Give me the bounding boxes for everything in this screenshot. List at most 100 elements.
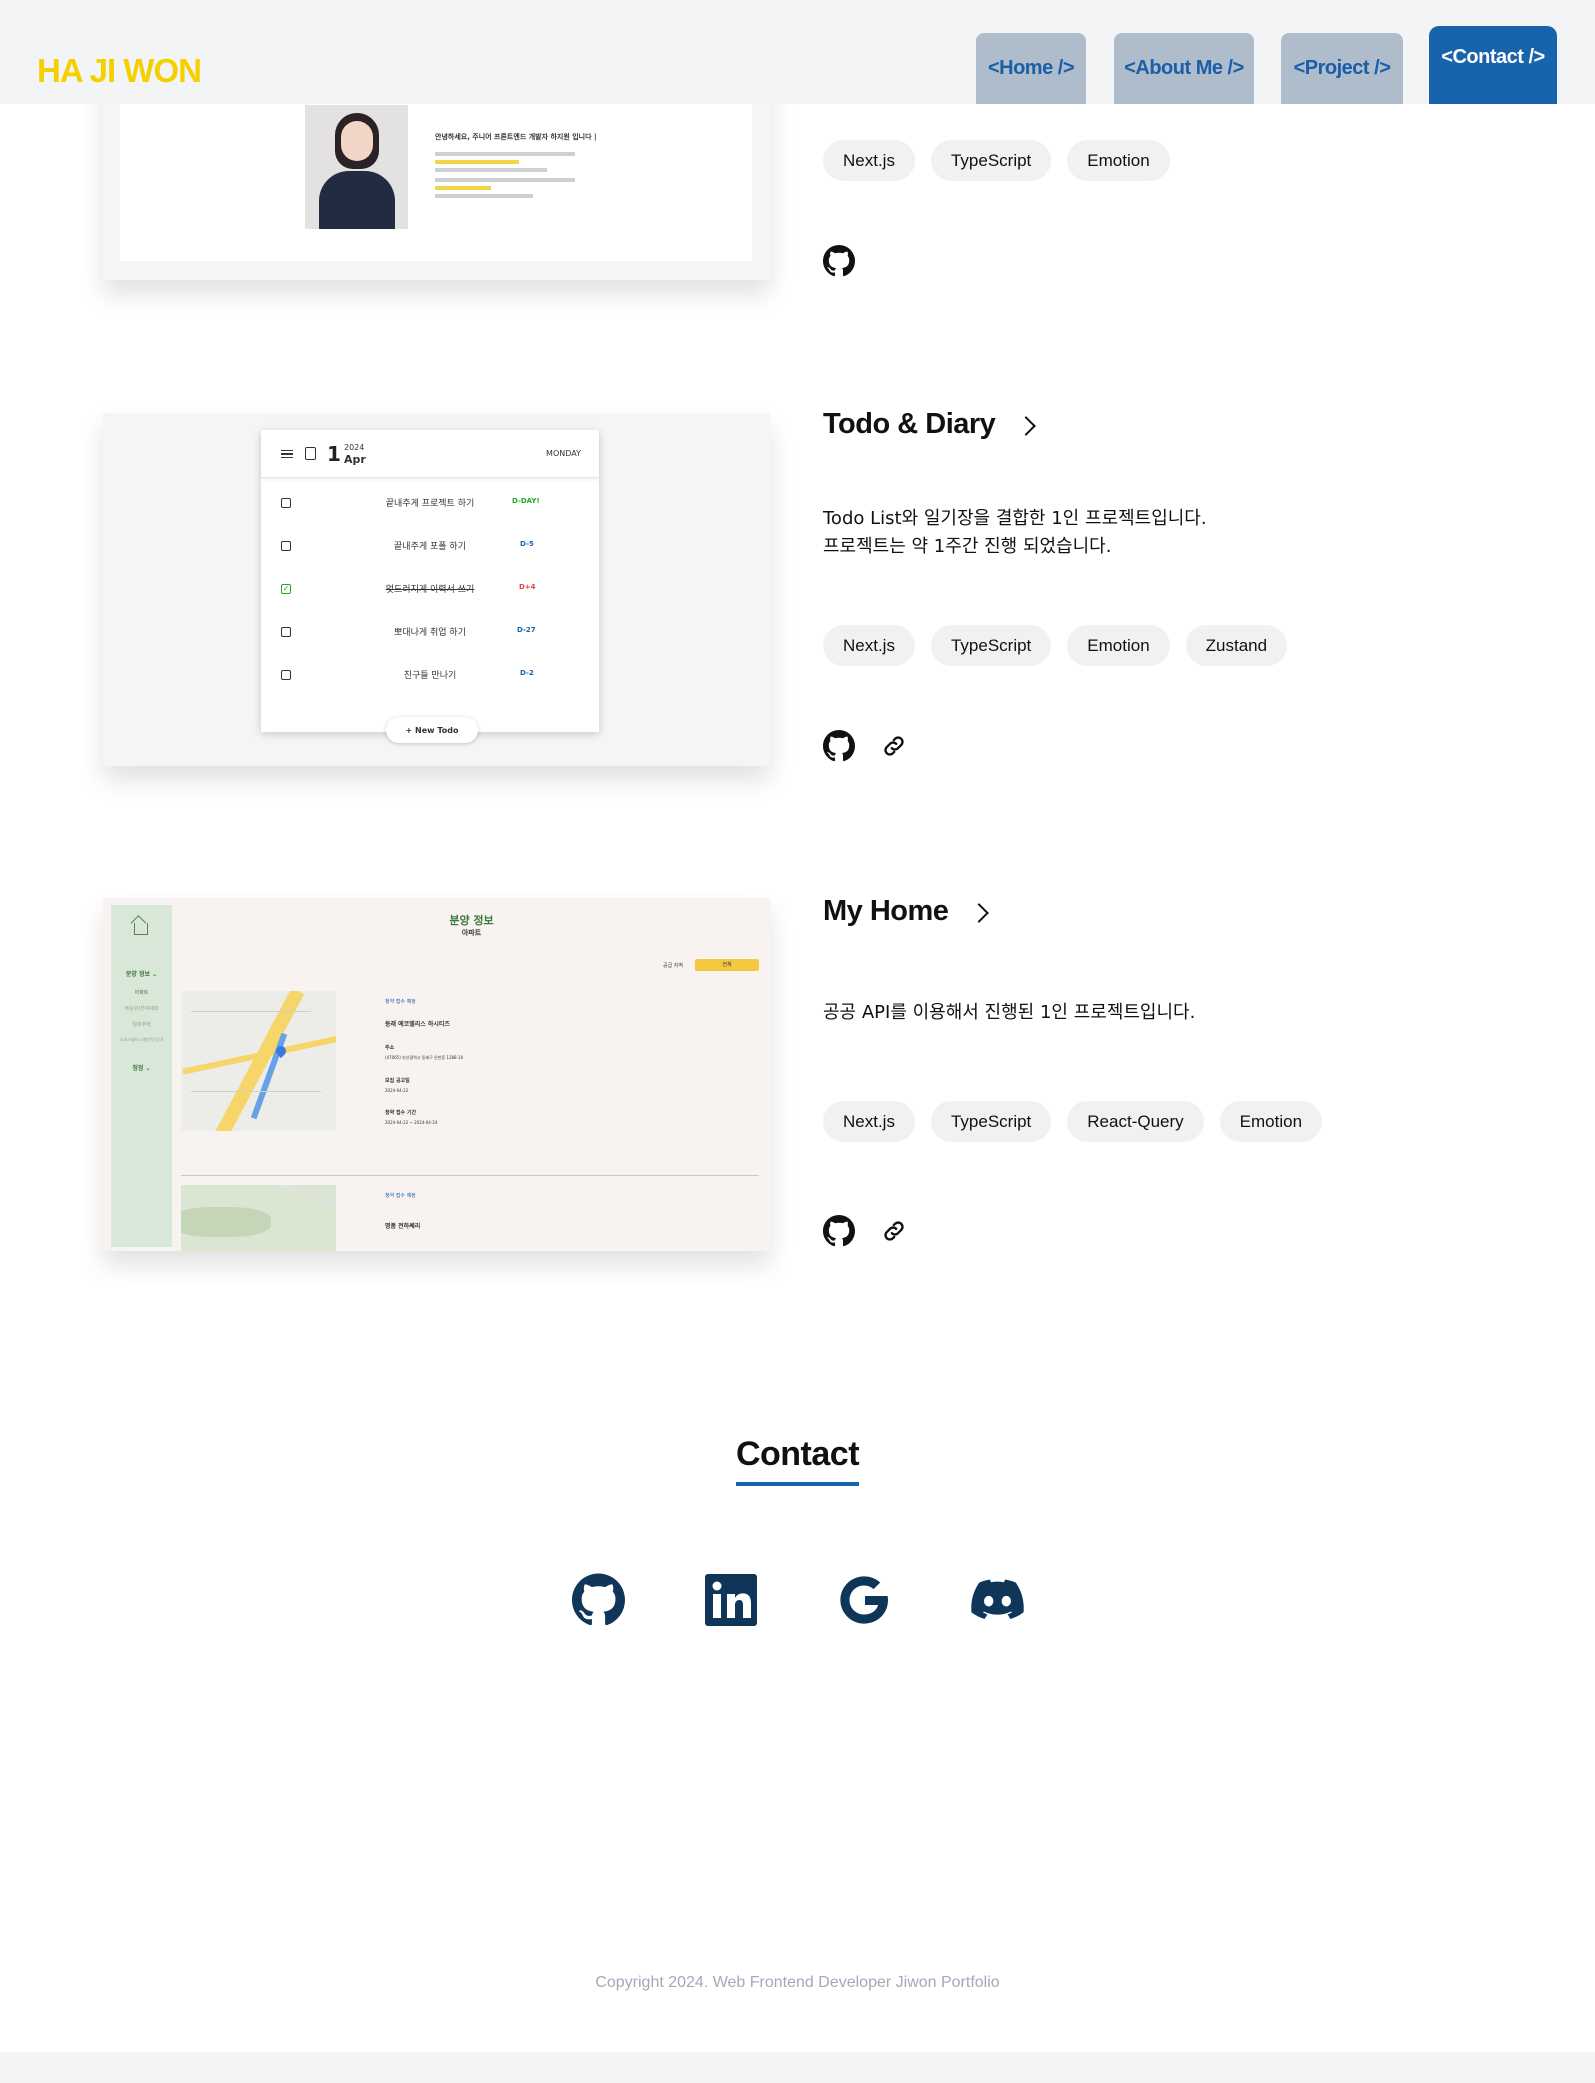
link-icon[interactable] <box>881 1218 907 1244</box>
profile-photo <box>305 105 408 229</box>
notice-value: 2024-04-22 <box>385 1088 409 1093</box>
contact-icons <box>0 1573 1595 1626</box>
period-value: 2024-04-22 ~ 2024-04-24 <box>385 1120 438 1125</box>
discord-icon[interactable] <box>970 1573 1024 1626</box>
github-icon[interactable] <box>823 245 855 277</box>
todo-due: D-DAY! <box>512 497 540 505</box>
date-day: 1 <box>327 442 341 466</box>
side-item[interactable]: 무순위/잔여세대 <box>111 1005 172 1012</box>
link-icon[interactable] <box>881 733 907 759</box>
nav-contact-tab[interactable]: <Contact /> <box>1429 26 1557 104</box>
todo-due: D-5 <box>520 540 534 548</box>
tag-nextjs: Next.js <box>823 625 915 666</box>
tag-nextjs: Next.js <box>823 1101 915 1142</box>
region-select[interactable]: 전체 <box>695 959 759 971</box>
nav-home-tab[interactable]: <Home /> <box>976 33 1086 104</box>
todo-item[interactable]: 끝내주게 프로젝트 하기 D-DAY! <box>261 488 599 531</box>
map[interactable] <box>181 991 336 1131</box>
project-description: Todo List와 일기장을 결합한 1인 프로젝트입니다. 프로젝트는 약 … <box>823 505 1207 561</box>
intro-text: 안녕하세요, 주니어 프론트엔드 개발자 하지원 입니다 | <box>435 133 597 141</box>
todo-due: D+4 <box>519 583 536 591</box>
tag-emotion: Emotion <box>1067 625 1170 666</box>
listing-name[interactable]: 동래 에코델리스 하시티즈 <box>385 1019 585 1028</box>
description-line: 프로젝트는 약 1주간 진행 되었습니다. <box>823 536 1112 557</box>
github-icon[interactable] <box>823 730 855 762</box>
tag-typescript: TypeScript <box>930 1101 1052 1142</box>
address-label: 주소 <box>385 1045 395 1051</box>
todo-list: 끝내주게 프로젝트 하기 D-DAY! 끝내주게 포폴 하기 D-5 ✓ 멋드러… <box>261 488 599 703</box>
project-links <box>823 730 907 762</box>
divider <box>181 1175 759 1176</box>
new-todo-button[interactable]: + New Todo <box>386 717 478 743</box>
nav-project-tab[interactable]: <Project /> <box>1281 33 1403 104</box>
tag-zustand: Zustand <box>1185 625 1288 666</box>
project-description: 공공 API를 이용해서 진행된 1인 프로젝트입니다. <box>823 999 1195 1027</box>
side-item[interactable]: 분양 정보 ⌄ <box>111 969 172 978</box>
todo-text: 끝내주게 프로젝트 하기 <box>385 499 475 509</box>
project-tags: Next.js TypeScript Emotion <box>823 140 1170 181</box>
chevron-right-icon[interactable] <box>969 902 990 923</box>
github-icon[interactable] <box>823 1215 855 1247</box>
github-icon[interactable] <box>571 1573 625 1626</box>
address-value: (47065) 부산광역시 동래구 온천동 1288-10 <box>385 1055 464 1060</box>
project-title[interactable]: My Home <box>823 895 990 928</box>
sidebar: 분양 정보 ⌄ 아파트 무순위/잔여세대 임대주택 오피스텔/도시형/민간임대 … <box>111 905 172 1247</box>
site-logo[interactable]: HA JI WON <box>37 52 202 90</box>
menu-icon[interactable] <box>281 450 293 458</box>
filter-label: 공급 지역 <box>663 963 683 969</box>
section-heading: 분양 정보 <box>449 914 494 927</box>
todo-due: D-27 <box>517 626 536 634</box>
todo-item[interactable]: ✓ 멋드러지게 이력서 쓰기 D+4 <box>261 574 599 617</box>
site-header: HA JI WON <Home /> <About Me /> <Project… <box>0 0 1595 104</box>
period-label: 청약 접수 기간 <box>385 1110 417 1116</box>
date-month: Apr <box>344 453 366 466</box>
todo-due: D-2 <box>520 669 534 677</box>
date-weekday: MONDAY <box>546 449 581 458</box>
tag-emotion: Emotion <box>1067 140 1170 181</box>
todo-text: 멋드러지게 이력서 쓰기 <box>385 585 475 595</box>
todo-card: 1 2024 Apr MONDAY 끝내주게 프로젝트 하기 D-DAY! 끝내… <box>261 430 599 743</box>
notice-label: 모집 공고일 <box>385 1078 410 1084</box>
description-line: Todo List와 일기장을 결합한 1인 프로젝트입니다. <box>823 508 1207 529</box>
tag-typescript: TypeScript <box>930 625 1052 666</box>
tag-emotion: Emotion <box>1219 1101 1323 1142</box>
todo-text: 친구들 만나기 <box>403 671 457 681</box>
project-title[interactable]: Todo & Diary <box>823 408 1037 441</box>
side-item[interactable]: 정정 ⌄ <box>111 1063 172 1072</box>
listing-name[interactable]: 명품 전하쎄리 <box>385 1221 420 1230</box>
todo-item[interactable]: 끝내주게 포폴 하기 D-5 <box>261 531 599 574</box>
contact-heading: Contact <box>735 1435 860 1486</box>
project-title-text[interactable]: My Home <box>823 895 949 928</box>
listing-badge: 청약 접수 예정 <box>385 1193 416 1199</box>
google-icon[interactable] <box>838 1573 891 1626</box>
project-tags: Next.js TypeScript React-Query Emotion <box>823 1101 1323 1142</box>
project-thumbnail-todo[interactable]: 1 2024 Apr MONDAY 끝내주게 프로젝트 하기 D-DAY! 끝내… <box>103 413 770 766</box>
listing-card[interactable]: 청약 접수 예정 동래 에코델리스 하시티즈 주소 (47065) 부산광역시 … <box>385 998 585 1125</box>
chevron-right-icon[interactable] <box>1016 415 1037 436</box>
intro-lines <box>435 152 575 198</box>
nav-about-tab[interactable]: <About Me /> <box>1114 33 1254 104</box>
project-title-text[interactable]: Todo & Diary <box>823 408 996 441</box>
todo-item[interactable]: 친구들 만나기 D-2 <box>261 660 599 703</box>
tag-react-query: React-Query <box>1067 1101 1204 1142</box>
todo-text: 끝내주게 포폴 하기 <box>394 542 466 552</box>
todo-text: 뽀대나게 취업 하기 <box>394 628 466 638</box>
todo-item[interactable]: 뽀대나게 취업 하기 D-27 <box>261 617 599 660</box>
tag-typescript: TypeScript <box>930 140 1052 181</box>
section-sub: 아파트 <box>461 929 482 937</box>
date-year: 2024 <box>344 443 365 452</box>
project-links <box>823 245 855 277</box>
copyright-text: Copyright 2024. Web Frontend Developer J… <box>595 1974 1000 1991</box>
map[interactable] <box>181 1185 336 1251</box>
bottom-bar <box>0 2052 1595 2083</box>
side-item[interactable]: 오피스텔/도시형/민간임대 <box>111 1037 172 1043</box>
tag-nextjs: Next.js <box>823 140 915 181</box>
side-item[interactable]: 아파트 <box>111 989 172 996</box>
linkedin-icon[interactable] <box>705 1573 758 1626</box>
listing-badge: 청약 접수 예정 <box>385 999 416 1005</box>
project-tags: Next.js TypeScript Emotion Zustand <box>823 625 1288 666</box>
project-thumbnail-myhome[interactable]: 분양 정보 ⌄ 아파트 무순위/잔여세대 임대주택 오피스텔/도시형/민간임대 … <box>103 898 770 1251</box>
description-line: 공공 API를 이용해서 진행된 1인 프로젝트입니다. <box>823 1002 1196 1023</box>
diary-icon[interactable] <box>305 447 316 460</box>
side-item[interactable]: 임대주택 <box>111 1021 172 1028</box>
